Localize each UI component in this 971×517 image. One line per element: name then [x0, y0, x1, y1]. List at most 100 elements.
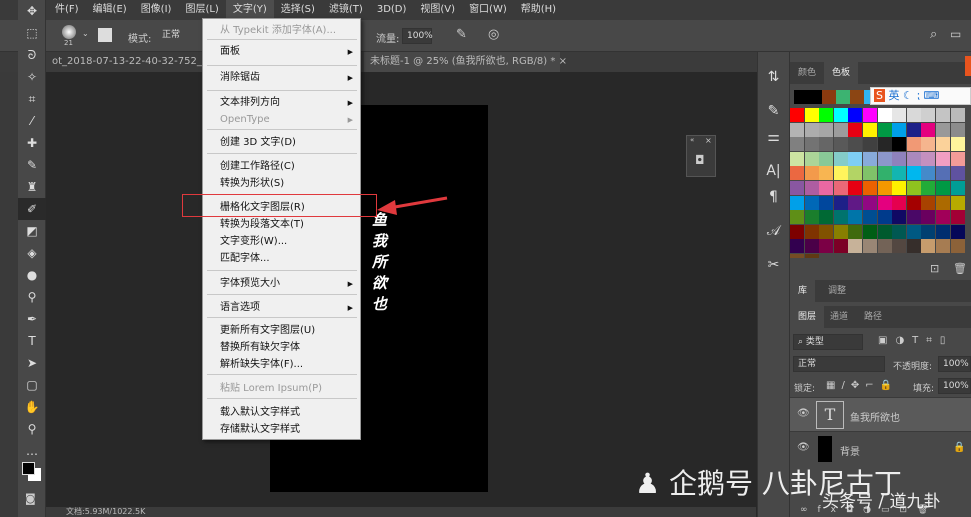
swatch[interactable]: [804, 210, 819, 225]
character-panel-icon[interactable]: A|: [758, 158, 789, 184]
swatch[interactable]: [906, 122, 921, 137]
swatch[interactable]: [892, 195, 907, 210]
swatch[interactable]: [848, 122, 863, 137]
swatch[interactable]: [804, 166, 819, 181]
swatch[interactable]: [819, 166, 834, 181]
swatch[interactable]: [936, 224, 950, 239]
swatch[interactable]: [877, 195, 892, 210]
swatch[interactable]: [892, 166, 907, 181]
type-tool-icon[interactable]: T: [18, 330, 46, 352]
menu-1[interactable]: 编辑(E): [86, 0, 134, 20]
fill-input[interactable]: 100%: [938, 378, 971, 394]
swatch[interactable]: [877, 239, 892, 254]
swatch[interactable]: [936, 137, 950, 152]
filter-type-icons[interactable]: ▣◑T⌗▯: [878, 335, 953, 346]
recent-swatch[interactable]: [794, 90, 808, 104]
swatch[interactable]: [833, 224, 848, 239]
swatch[interactable]: [863, 137, 877, 152]
swatch[interactable]: [804, 108, 819, 122]
swatch[interactable]: [848, 210, 863, 225]
menu-6[interactable]: 滤镜(T): [322, 0, 370, 20]
swatch[interactable]: [921, 181, 936, 195]
swatch[interactable]: [906, 108, 921, 122]
swatch[interactable]: [804, 254, 819, 258]
swatch[interactable]: [921, 151, 936, 166]
swatch[interactable]: [877, 210, 892, 225]
history-panel-icon[interactable]: ⇅: [758, 64, 789, 90]
swatch[interactable]: [906, 151, 921, 166]
move-tool-icon[interactable]: ✥: [18, 0, 46, 22]
recent-swatch[interactable]: [808, 90, 822, 104]
menu-3[interactable]: 图层(L): [178, 0, 225, 20]
swatch[interactable]: [906, 181, 921, 195]
swatch[interactable]: [790, 122, 804, 137]
lasso-tool-icon[interactable]: ᘐ: [18, 44, 46, 66]
swatch[interactable]: [950, 181, 965, 195]
swatch[interactable]: [892, 224, 907, 239]
menu-item-10[interactable]: 文字变形(W)...: [203, 234, 360, 250]
swatch[interactable]: [804, 181, 819, 195]
swatch[interactable]: [833, 108, 848, 122]
tab-libraries[interactable]: 库: [790, 280, 816, 302]
swatch[interactable]: [921, 224, 936, 239]
eye-icon[interactable]: 👁: [797, 408, 810, 419]
swatch[interactable]: [863, 151, 877, 166]
swatch[interactable]: [892, 210, 907, 225]
swatch[interactable]: [790, 137, 804, 152]
magic-wand-tool-icon[interactable]: ✧: [18, 66, 46, 88]
swatch[interactable]: [936, 239, 950, 254]
menu-item-11[interactable]: 匹配字体...: [203, 251, 360, 267]
menu-item-18[interactable]: 载入默认文字样式: [203, 405, 360, 421]
swatch[interactable]: [950, 210, 965, 225]
tools-preset-icon[interactable]: ✂: [758, 252, 789, 278]
swatch[interactable]: [833, 181, 848, 195]
menu-item-19[interactable]: 存储默认文字样式: [203, 422, 360, 438]
swatch[interactable]: [950, 108, 965, 122]
swatch[interactable]: [950, 166, 965, 181]
lock-icons[interactable]: ▦/✥⌐🔒: [826, 380, 898, 391]
swatch[interactable]: [921, 166, 936, 181]
menu-item-1[interactable]: 面板 ▶: [203, 44, 360, 60]
menu-item-14[interactable]: 更新所有文字图层(U): [203, 323, 360, 339]
swatch[interactable]: [863, 108, 877, 122]
swatch[interactable]: [936, 210, 950, 225]
blur-tool-icon[interactable]: ●: [18, 264, 46, 286]
swatch[interactable]: [921, 195, 936, 210]
swatch[interactable]: [936, 122, 950, 137]
airbrush-icon[interactable]: ✎: [456, 27, 467, 42]
swatch[interactable]: [819, 195, 834, 210]
swatch[interactable]: [790, 108, 804, 122]
swatch[interactable]: [833, 239, 848, 254]
swatch[interactable]: [804, 224, 819, 239]
glyphs-panel-icon[interactable]: ◘: [695, 153, 705, 167]
swatch[interactable]: [936, 166, 950, 181]
paint-bucket-tool-icon[interactable]: ◈: [18, 242, 46, 264]
swatch[interactable]: [790, 224, 804, 239]
swatch[interactable]: [804, 239, 819, 254]
pen-tool-icon[interactable]: ✒: [18, 308, 46, 330]
menu-item-9[interactable]: 转换为段落文本(T): [203, 217, 360, 233]
swatch[interactable]: [950, 122, 965, 137]
recent-swatch[interactable]: [822, 90, 836, 104]
tab-untitled-1[interactable]: 未标题-1 @ 25% (鱼我所欲也, RGB/8) * ×: [364, 52, 567, 72]
swatch[interactable]: [790, 239, 804, 254]
menu-4[interactable]: 文字(Y): [225, 0, 274, 20]
swatch[interactable]: [790, 254, 804, 258]
swatch[interactable]: [906, 195, 921, 210]
swatch[interactable]: [921, 108, 936, 122]
new-swatch-icon[interactable]: ⊡: [930, 262, 939, 275]
menu-5[interactable]: 选择(S): [274, 0, 322, 20]
layer-row-text[interactable]: 👁 T 鱼我所欲也: [790, 397, 971, 431]
hand-tool-icon[interactable]: ✋: [18, 396, 46, 418]
swatch[interactable]: [804, 122, 819, 137]
flow-input[interactable]: 100%: [402, 28, 433, 44]
swatch[interactable]: [863, 195, 877, 210]
history-brush-tool-icon[interactable]: ✐: [18, 198, 46, 220]
swatch[interactable]: [877, 151, 892, 166]
swatch[interactable]: [892, 122, 907, 137]
swatch[interactable]: [950, 224, 965, 239]
swatch[interactable]: [790, 210, 804, 225]
menu-item-13[interactable]: 语言选项 ▶: [203, 300, 360, 316]
recent-swatch[interactable]: [836, 90, 850, 104]
paragraph-panel-icon[interactable]: ¶: [758, 184, 789, 210]
